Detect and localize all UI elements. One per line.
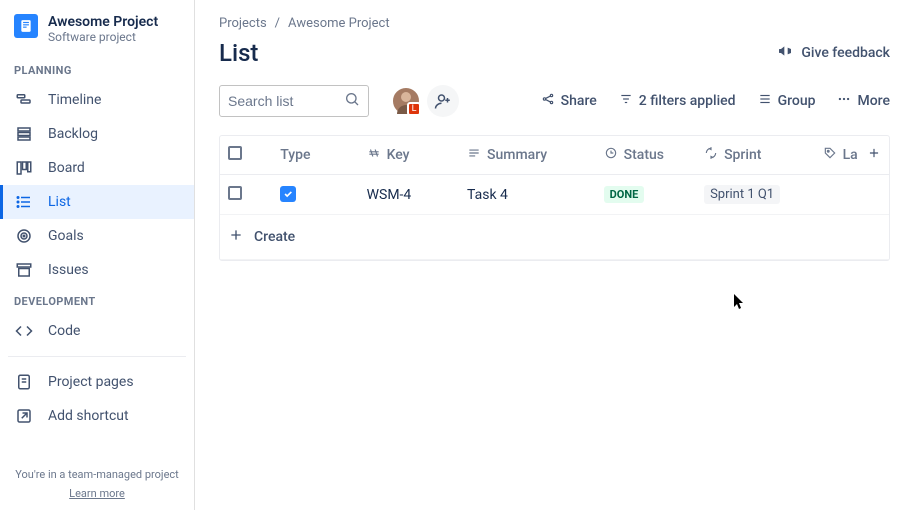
col-type[interactable]: Type (272, 136, 358, 175)
megaphone-icon (777, 43, 793, 63)
search-input[interactable] (228, 93, 344, 109)
avatar-badge: L (407, 102, 421, 116)
more-icon (837, 92, 851, 110)
learn-more-link[interactable]: Learn more (4, 487, 190, 500)
avatar-stack: L (391, 85, 459, 117)
cell-summary[interactable]: Task 4 (459, 175, 596, 215)
row-checkbox[interactable] (228, 186, 242, 200)
sidebar-item-project-pages[interactable]: Project pages (0, 365, 194, 399)
col-add[interactable] (859, 136, 889, 175)
breadcrumb-current[interactable]: Awesome Project (288, 16, 390, 31)
group-icon (758, 92, 772, 110)
col-sprint[interactable]: Sprint (696, 136, 815, 175)
sprint-icon (704, 146, 718, 164)
user-avatar[interactable]: L (391, 86, 421, 116)
sidebar-item-timeline[interactable]: Timeline (0, 83, 194, 117)
col-key[interactable]: Key (359, 136, 459, 175)
create-label: Create (254, 229, 295, 245)
sidebar-item-code[interactable]: Code (0, 314, 194, 348)
project-avatar (14, 14, 38, 38)
section-label-development: DEVELOPMENT (0, 287, 194, 314)
board-icon (14, 159, 34, 177)
sidebar: Awesome Project Software project PLANNIN… (0, 0, 195, 510)
checkbox-icon[interactable] (228, 146, 242, 160)
more-button[interactable]: More (837, 92, 890, 110)
goals-icon (14, 227, 34, 245)
table-row[interactable]: WSM-4 Task 4 DONE Sprint 1 Q1 (220, 175, 889, 215)
breadcrumb: Projects / Awesome Project (219, 16, 890, 31)
summary-icon (467, 146, 481, 164)
create-row[interactable]: Create (220, 215, 889, 260)
sidebar-divider (8, 356, 186, 357)
filter-icon (619, 92, 633, 110)
sidebar-item-issues[interactable]: Issues (0, 253, 194, 287)
add-shortcut-icon (14, 407, 34, 425)
feedback-label: Give feedback (801, 45, 890, 61)
group-button[interactable]: Group (758, 92, 816, 110)
col-status[interactable]: Status (596, 136, 696, 175)
status-badge[interactable]: DONE (604, 186, 645, 203)
sidebar-item-label: Goals (48, 228, 84, 244)
backlog-icon (14, 125, 34, 143)
share-button[interactable]: Share (541, 92, 597, 110)
filters-button[interactable]: 2 filters applied (619, 92, 736, 110)
sidebar-item-backlog[interactable]: Backlog (0, 117, 194, 151)
code-icon (14, 322, 34, 340)
status-icon (604, 146, 618, 164)
breadcrumb-separator: / (275, 16, 280, 31)
breadcrumb-root[interactable]: Projects (219, 16, 267, 31)
sidebar-item-label: Backlog (48, 126, 98, 142)
col-summary[interactable]: Summary (459, 136, 596, 175)
filters-label: 2 filters applied (639, 93, 736, 109)
table-header-row: Type Key Summary Status Sprint La (220, 136, 889, 175)
cell-key[interactable]: WSM-4 (359, 175, 459, 215)
search-box[interactable] (219, 85, 369, 117)
toolbar: L Share 2 filters applied Group More (219, 85, 890, 117)
section-label-planning: PLANNING (0, 56, 194, 83)
project-header[interactable]: Awesome Project Software project (0, 14, 194, 56)
plus-icon (228, 227, 244, 247)
sprint-tag[interactable]: Sprint 1 Q1 (704, 185, 780, 204)
search-icon (344, 91, 360, 111)
page-icon (14, 373, 34, 391)
list-icon (14, 193, 34, 211)
col-labels[interactable]: La (815, 136, 859, 175)
footer-text: You're in a team-managed project (15, 468, 179, 481)
label-icon (823, 146, 837, 164)
project-subtitle: Software project (48, 30, 158, 44)
share-label: Share (561, 93, 597, 109)
more-label: More (857, 93, 890, 109)
key-icon (367, 146, 381, 164)
group-label: Group (778, 93, 816, 109)
sidebar-item-label: Code (48, 323, 80, 339)
sidebar-item-add-shortcut[interactable]: Add shortcut (0, 399, 194, 433)
issues-table: Type Key Summary Status Sprint La WSM-4 … (219, 135, 890, 261)
sidebar-item-label: Project pages (48, 374, 134, 390)
sidebar-item-label: Board (48, 160, 85, 176)
col-checkbox[interactable] (220, 136, 272, 175)
give-feedback-button[interactable]: Give feedback (777, 43, 890, 63)
plus-icon (867, 148, 881, 164)
page-title: List (219, 39, 258, 67)
sidebar-item-label: Add shortcut (48, 408, 129, 424)
main-content: Projects / Awesome Project List Give fee… (195, 0, 914, 510)
sidebar-item-label: Issues (48, 262, 89, 278)
share-icon (541, 92, 555, 110)
sidebar-item-label: Timeline (48, 92, 101, 108)
sidebar-item-label: List (48, 194, 71, 210)
timeline-icon (14, 91, 34, 109)
sidebar-item-board[interactable]: Board (0, 151, 194, 185)
sidebar-item-goals[interactable]: Goals (0, 219, 194, 253)
sidebar-footer: You're in a team-managed project Learn m… (0, 458, 194, 510)
sidebar-item-list[interactable]: List (0, 185, 194, 219)
project-title: Awesome Project (48, 14, 158, 30)
issue-type-task-icon (280, 186, 296, 202)
add-person-button[interactable] (427, 85, 459, 117)
issues-icon (14, 261, 34, 279)
